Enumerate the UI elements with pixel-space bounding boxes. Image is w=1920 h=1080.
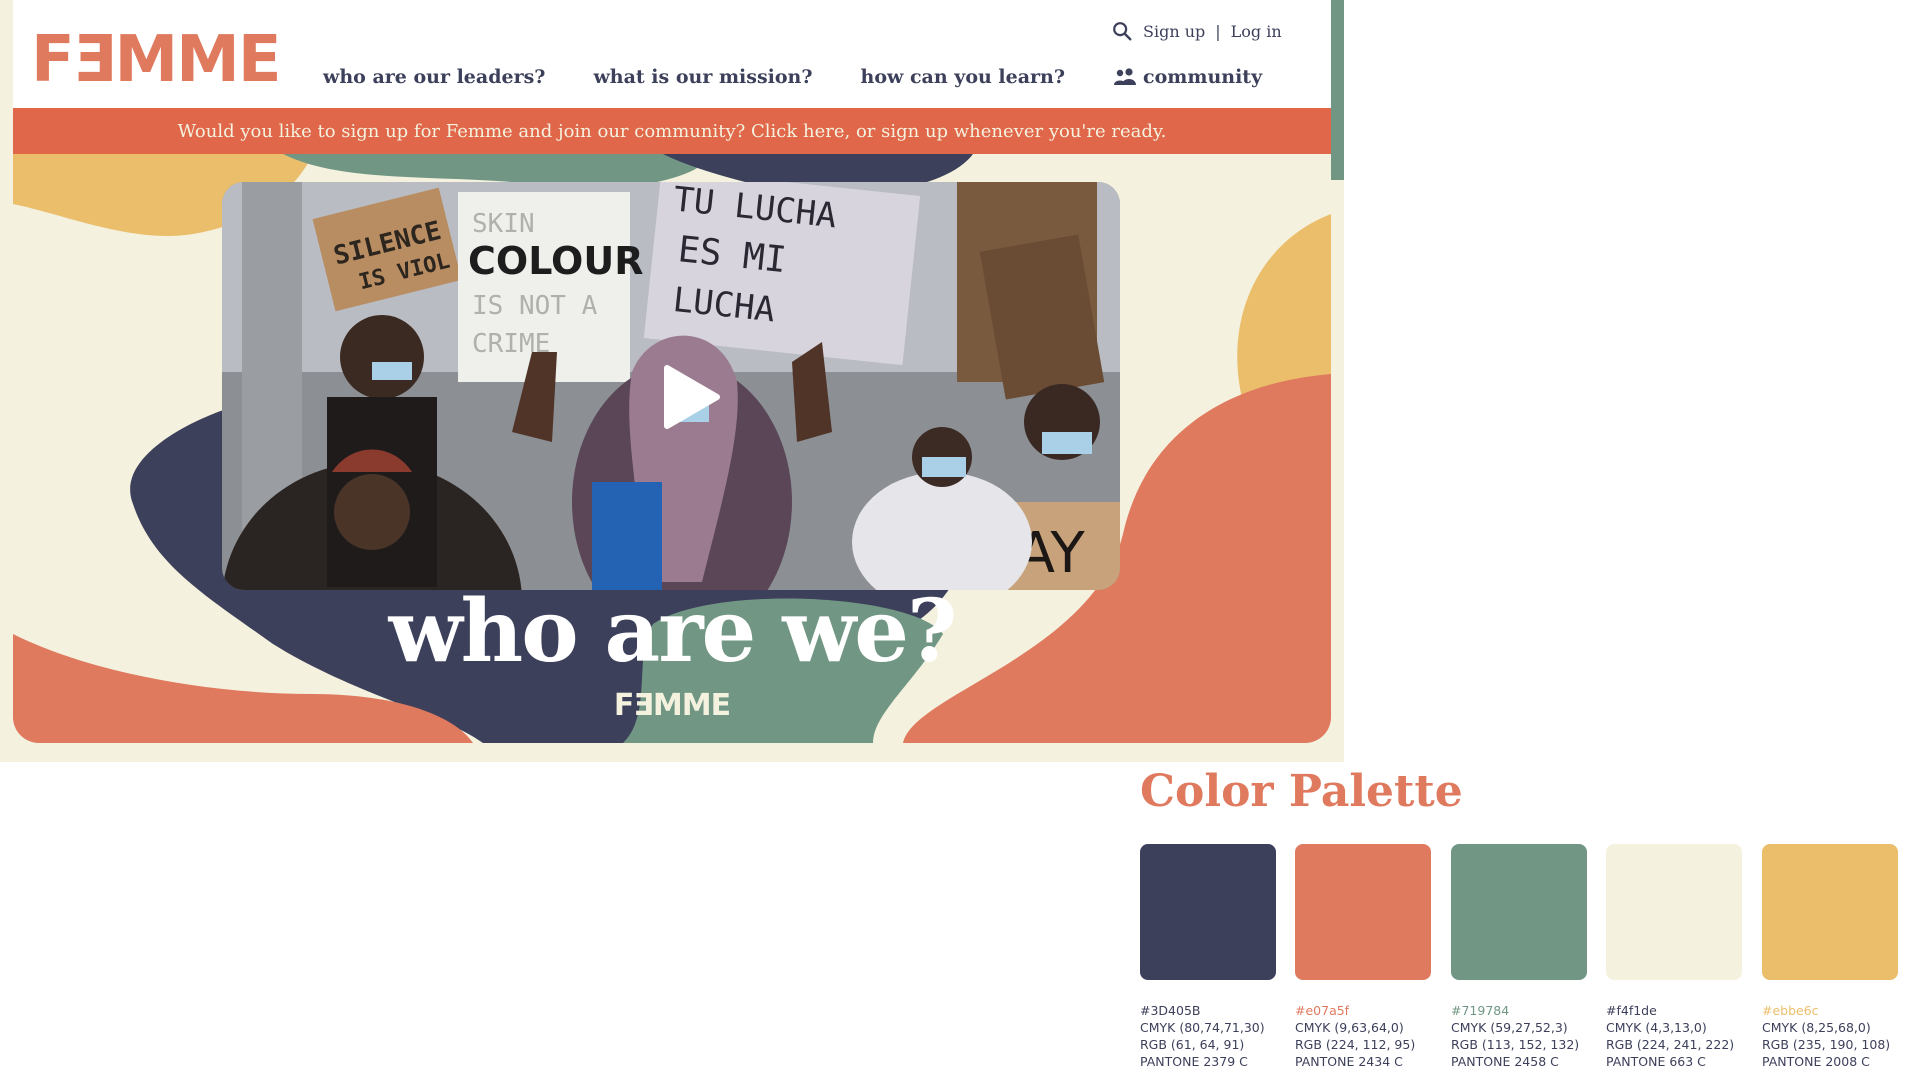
nav-community-label: community xyxy=(1143,66,1263,88)
signup-link[interactable]: Sign up xyxy=(1143,22,1205,41)
palette-title: Color Palette xyxy=(1140,766,1463,817)
swatch-pantone: PANTONE 2379 C xyxy=(1140,1054,1248,1069)
swatch-hex: #f4f1de xyxy=(1606,1003,1657,1018)
hero-headline: who are we? xyxy=(388,581,958,682)
swatch-rgb: RGB (224, 241, 222) xyxy=(1606,1037,1735,1052)
swatch-pantone: PANTONE 2434 C xyxy=(1295,1054,1403,1069)
swatch-pantone: PANTONE 2008 C xyxy=(1762,1054,1870,1069)
swatch-cmyk: CMYK (80,74,71,30) xyxy=(1140,1020,1265,1035)
swatch-rgb: RGB (224, 112, 95) xyxy=(1295,1037,1416,1052)
swatch-cream xyxy=(1606,844,1742,980)
swatch-green xyxy=(1451,844,1587,980)
femme-mini-logo: FƎMME xyxy=(613,688,731,723)
swatch-green-info: #719784 CMYK (59,27,52,3) RGB (113, 152,… xyxy=(1451,1002,1601,1070)
swatch-coral xyxy=(1295,844,1431,980)
swatch-hex: #719784 xyxy=(1451,1003,1510,1018)
swatch-cmyk: CMYK (59,27,52,3) xyxy=(1451,1020,1568,1035)
swatch-hex: #3D405B xyxy=(1140,1003,1201,1018)
site-header: FƎMME Sign up | Log in who are our leade… xyxy=(13,0,1331,108)
nav-learn-label: how can you learn? xyxy=(860,66,1065,88)
swatch-cream-info: #f4f1de CMYK (4,3,13,0) RGB (224, 241, 2… xyxy=(1606,1002,1756,1070)
swatch-coral-info: #e07a5f CMYK (9,63,64,0) RGB (224, 112, … xyxy=(1295,1002,1445,1070)
nav-community[interactable]: community xyxy=(1113,66,1262,88)
signup-banner[interactable]: Would you like to sign up for Femme and … xyxy=(13,108,1331,154)
swatch-pantone: PANTONE 663 C xyxy=(1606,1054,1706,1069)
swatch-rgb: RGB (235, 190, 108) xyxy=(1762,1037,1891,1052)
main-nav: who are our leaders? what is our mission… xyxy=(323,66,1310,88)
swatch-gold-info: #ebbe6c CMYK (8,25,68,0) RGB (235, 190, … xyxy=(1762,1002,1912,1070)
swatch-navy xyxy=(1140,844,1276,980)
nav-leaders[interactable]: who are our leaders? xyxy=(323,66,545,88)
femme-logo[interactable]: FƎMME xyxy=(31,28,282,92)
swatch-navy-info: #3D405B CMYK (80,74,71,30) RGB (61, 64, … xyxy=(1140,1002,1290,1070)
website-mockup: FƎMME Sign up | Log in who are our leade… xyxy=(0,0,1344,762)
account-links: Sign up | Log in xyxy=(1111,20,1282,42)
signup-banner-text: Would you like to sign up for Femme and … xyxy=(177,120,1167,142)
svg-text:COLOUR: COLOUR xyxy=(468,239,643,283)
swatch-pantone: PANTONE 2458 C xyxy=(1451,1054,1559,1069)
swatch-cmyk: CMYK (4,3,13,0) xyxy=(1606,1020,1707,1035)
link-divider: | xyxy=(1215,21,1221,41)
people-icon xyxy=(1114,68,1136,85)
search-icon[interactable] xyxy=(1111,20,1133,42)
swatch-hex: #e07a5f xyxy=(1295,1003,1350,1018)
nav-mission-label: what is our mission? xyxy=(593,66,813,88)
nav-mission[interactable]: what is our mission? xyxy=(593,66,812,88)
nav-leaders-label: who are our leaders? xyxy=(323,66,546,88)
swatch-cmyk: CMYK (8,25,68,0) xyxy=(1762,1020,1871,1035)
swatch-rgb: RGB (61, 64, 91) xyxy=(1140,1037,1245,1052)
nav-learn[interactable]: how can you learn? xyxy=(861,66,1065,88)
login-link[interactable]: Log in xyxy=(1231,22,1282,41)
svg-text:IS NOT A: IS NOT A xyxy=(472,291,598,321)
svg-text:SKIN: SKIN xyxy=(472,209,535,239)
swatch-rgb: RGB (113, 152, 132) xyxy=(1451,1037,1580,1052)
swatch-gold xyxy=(1762,844,1898,980)
homepage-card: FƎMME Sign up | Log in who are our leade… xyxy=(13,0,1331,743)
swatch-cmyk: CMYK (9,63,64,0) xyxy=(1295,1020,1404,1035)
play-icon[interactable] xyxy=(653,362,723,432)
swatch-hex: #ebbe6c xyxy=(1762,1003,1819,1018)
